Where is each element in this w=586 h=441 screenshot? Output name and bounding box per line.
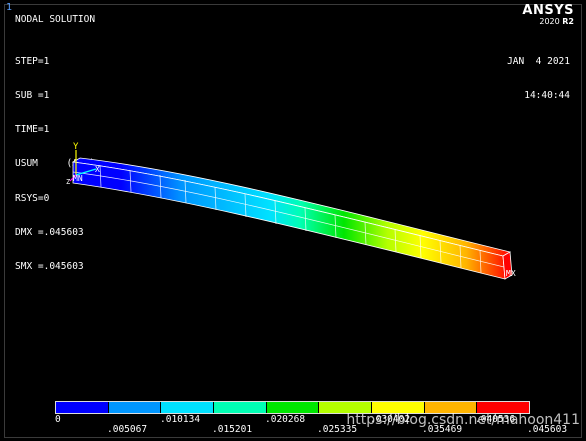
legend-band: [108, 402, 162, 413]
z-axis-label: Z: [66, 178, 70, 186]
beam-model[interactable]: Y X Z MN MX: [0, 0, 586, 441]
legend-label: .005067: [107, 424, 148, 435]
legend-band: [56, 402, 109, 413]
graphics-viewport[interactable]: 1 NODAL SOLUTION STEP=1 SUB =1 TIME=1 US…: [0, 0, 586, 441]
x-axis-label: X: [95, 165, 100, 174]
legend-label: .015201: [212, 424, 253, 435]
legend-band: [161, 402, 215, 413]
legend-label: .020268: [265, 414, 306, 425]
legend-label: 0: [55, 414, 61, 425]
min-marker: MN: [73, 174, 83, 183]
beam-side-face: [72, 161, 506, 280]
legend-band: [214, 402, 267, 413]
beam-mesh: [71, 157, 513, 280]
legend-label: .010134: [160, 414, 201, 425]
legend-band: [266, 402, 320, 413]
max-marker: MX: [506, 269, 516, 278]
y-axis-label: Y: [73, 142, 79, 152]
watermark: https://blog.csdn.net/mahoon411: [346, 412, 580, 428]
